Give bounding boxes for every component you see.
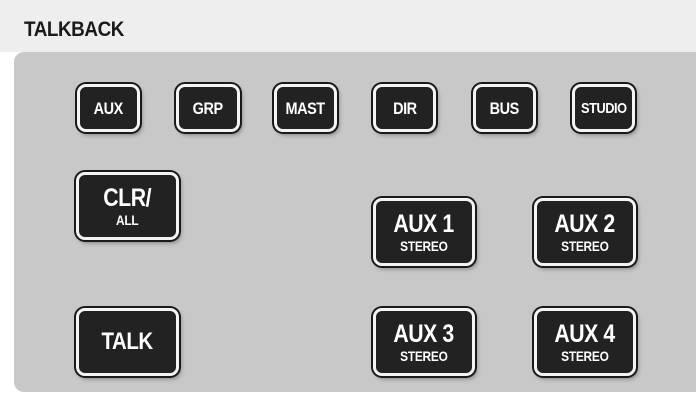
studio-button-label: STUDIO: [580, 99, 627, 117]
aux-3-sub-label: STEREO: [400, 347, 448, 364]
aux-button[interactable]: AUX: [77, 84, 140, 132]
clear-all-sub-label: ALL: [116, 211, 139, 228]
aux-3-main-label: AUX 3: [393, 319, 455, 348]
talk-button-label: TALK: [101, 328, 154, 355]
studio-button[interactable]: STUDIO: [572, 84, 635, 132]
aux-3-stereo-button[interactable]: AUX 3 STEREO: [373, 308, 475, 376]
aux-4-main-label: AUX 4: [554, 319, 616, 348]
grp-button[interactable]: GRP: [176, 84, 240, 132]
clear-all-button[interactable]: CLR/ ALL: [76, 172, 179, 240]
grp-button-label: GRP: [192, 98, 224, 118]
aux-1-stereo-button[interactable]: AUX 1 STEREO: [373, 198, 475, 266]
aux-button-label: AUX: [93, 98, 124, 118]
aux-4-sub-label: STEREO: [561, 347, 609, 364]
bus-button[interactable]: BUS: [473, 84, 536, 132]
dir-button[interactable]: DIR: [373, 84, 436, 132]
talkback-header: TALKBACK: [0, 0, 696, 52]
talk-button[interactable]: TALK: [76, 308, 179, 376]
mast-button[interactable]: MAST: [274, 84, 337, 132]
mast-button-label: MAST: [285, 98, 326, 118]
section-title: TALKBACK: [24, 18, 124, 41]
aux-2-sub-label: STEREO: [561, 237, 609, 254]
aux-2-stereo-button[interactable]: AUX 2 STEREO: [534, 198, 636, 266]
clear-all-main-label: CLR/: [103, 183, 152, 212]
aux-1-sub-label: STEREO: [400, 237, 448, 254]
aux-1-main-label: AUX 1: [393, 209, 455, 238]
dir-button-label: DIR: [392, 98, 417, 118]
aux-4-stereo-button[interactable]: AUX 4 STEREO: [534, 308, 636, 376]
aux-2-main-label: AUX 2: [554, 209, 616, 238]
bus-button-label: BUS: [489, 98, 520, 118]
